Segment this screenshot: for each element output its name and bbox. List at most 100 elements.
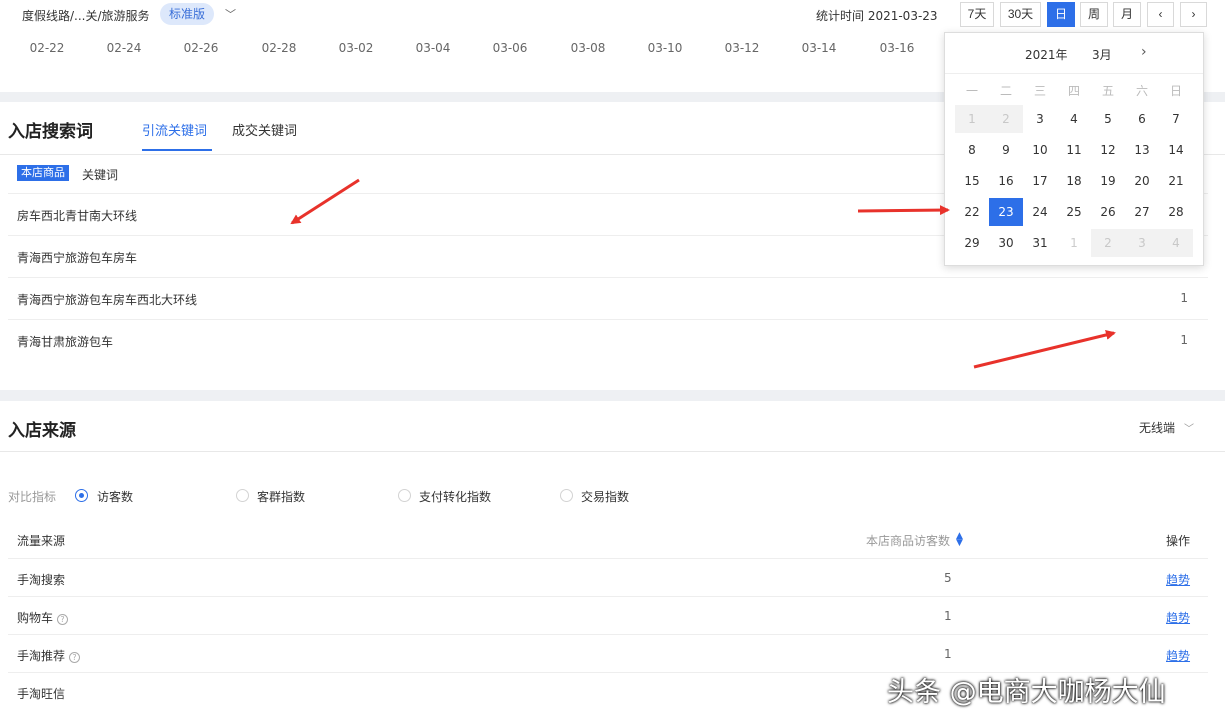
calendar-day[interactable]: 15 [955,167,989,195]
calendar-day[interactable]: 4 [1057,105,1091,133]
calendar-day[interactable]: 24 [1023,198,1057,226]
calendar-year[interactable]: 2021年 [1025,46,1068,63]
active-tab-indicator [142,149,212,151]
radio-payment-conversion-index[interactable] [398,489,411,502]
tab-traffic-keywords[interactable]: 引流关键词 [142,120,207,139]
keyword-text: 房车西北青甘南大环线 [17,209,138,223]
weekday-label: 三 [1033,84,1046,98]
calendar-day[interactable]: 26 [1091,198,1125,226]
calendar-day: 2 [1091,229,1125,257]
keyword-column-header: 关键词 [82,168,119,182]
calendar-day[interactable]: 19 [1091,167,1125,195]
calendar-day[interactable]: 20 [1125,167,1159,195]
breadcrumb[interactable]: 度假线路/...关/旅游服务 [22,7,150,24]
weekday-label: 四 [1067,84,1080,98]
calendar-day[interactable]: 23 [989,198,1023,226]
radio-label[interactable]: 交易指数 [581,488,629,505]
table-row: 手淘搜索 5 趋势 [8,558,1208,596]
range-month-button[interactable]: 月 [1113,2,1141,27]
calendar-day[interactable]: 6 [1125,105,1159,133]
watermark: 头条 @电商大咖杨大仙 [887,677,1166,708]
range-30-days-button[interactable]: 30天 [1000,2,1041,27]
calendar-day[interactable]: 13 [1125,136,1159,164]
calendar-month[interactable]: 3月 [1092,46,1112,63]
source-label: 购物车 [17,611,54,625]
help-icon[interactable]: ? [57,614,69,625]
keyword-text: 青海西宁旅游包车房车 [17,251,138,265]
calendar-day[interactable]: 29 [955,229,989,257]
calendar-day: 4 [1159,229,1193,257]
range-7-days-button[interactable]: 7天 [960,2,994,27]
calendar-day: 1 [1070,236,1078,250]
calendar-day[interactable]: 11 [1057,136,1091,164]
keyword-value: 1 [1180,333,1188,347]
radio-trade-index[interactable] [560,489,573,502]
radio-label[interactable]: 客群指数 [257,488,305,505]
axis-date: 03-12 [724,41,760,55]
calendar-day[interactable]: 14 [1159,136,1193,164]
axis-date: 03-02 [338,41,374,55]
chevron-right-icon[interactable]: › [1141,44,1147,60]
help-icon[interactable]: ? [69,652,81,663]
calendar-day[interactable]: 27 [1125,198,1159,226]
radio-visitors[interactable] [75,489,88,502]
calendar-day[interactable]: 22 [955,198,989,226]
prev-period-button[interactable]: ‹ [1147,2,1174,27]
weekday-label: 二 [999,84,1012,98]
visitor-count: 5 [944,571,952,585]
table-row: 手淘推荐? 1 趋势 [8,634,1208,672]
calendar-day[interactable]: 21 [1159,167,1193,195]
divider [0,451,1225,452]
axis-date: 03-16 [879,41,915,55]
trend-link[interactable]: 趋势 [1166,571,1190,588]
calendar-day[interactable]: 17 [1023,167,1057,195]
weekday-label: 日 [1169,84,1182,98]
calendar-day[interactable]: 10 [1023,136,1057,164]
radio-label[interactable]: 访客数 [97,488,133,505]
calendar-day[interactable]: 31 [1023,229,1057,257]
axis-date: 03-06 [492,41,528,55]
keyword-row: 青海甘肃旅游包车 1 [8,319,1208,361]
chevron-down-icon[interactable]: ﹀ [225,6,236,22]
axis-date: 02-22 [29,41,65,55]
column-header-visitors[interactable]: 本店商品访客数 [866,532,950,549]
source-label: 手淘旺信 [17,687,66,701]
calendar-day[interactable]: 30 [989,229,1023,257]
divider [945,73,1203,74]
calendar-day[interactable]: 3 [1023,105,1057,133]
table-row: 购物车? 1 趋势 [8,596,1208,634]
edition-badge: 标准版 [160,3,215,25]
calendar-day[interactable]: 12 [1091,136,1125,164]
calendar-day[interactable]: 25 [1057,198,1091,226]
device-select[interactable]: 无线端 [1139,419,1175,436]
weekday-label: 一 [965,84,978,98]
calendar-day: 1 [955,105,989,133]
calendar-day[interactable]: 5 [1091,105,1125,133]
store-product-tag: 本店商品 [17,165,69,181]
calendar-day[interactable]: 7 [1159,105,1193,133]
calendar-day: 2 [989,105,1023,133]
calendar-day[interactable]: 9 [989,136,1023,164]
axis-date: 03-04 [415,41,451,55]
top-bar: 度假线路/...关/旅游服务 标准版 ﹀ 统计时间 2021-03-23 7天 … [0,0,1225,30]
chevron-down-icon[interactable]: ﹀ [1184,420,1194,435]
calendar-day[interactable]: 28 [1159,198,1193,226]
calendar-day[interactable]: 16 [989,167,1023,195]
axis-date: 03-14 [801,41,837,55]
range-week-button[interactable]: 周 [1080,2,1108,27]
compare-metric-label: 对比指标 [8,490,57,504]
radio-label[interactable]: 支付转化指数 [419,488,491,505]
stat-time: 统计时间 2021-03-23 [816,9,938,23]
range-day-button[interactable]: 日 [1047,2,1075,27]
calendar-day[interactable]: 18 [1057,167,1091,195]
calendar-day[interactable]: 8 [955,136,989,164]
tab-deal-keywords[interactable]: 成交关键词 [232,120,297,139]
axis-date: 03-08 [570,41,606,55]
trend-link[interactable]: 趋势 [1166,647,1190,664]
next-period-button[interactable]: › [1180,2,1207,27]
sort-icon[interactable]: ▲ ▼ [956,532,963,548]
trend-link[interactable]: 趋势 [1166,609,1190,626]
visitor-count: 1 [944,609,952,623]
radio-crowd-index[interactable] [236,489,249,502]
source-name: 手淘推荐? [17,647,81,664]
